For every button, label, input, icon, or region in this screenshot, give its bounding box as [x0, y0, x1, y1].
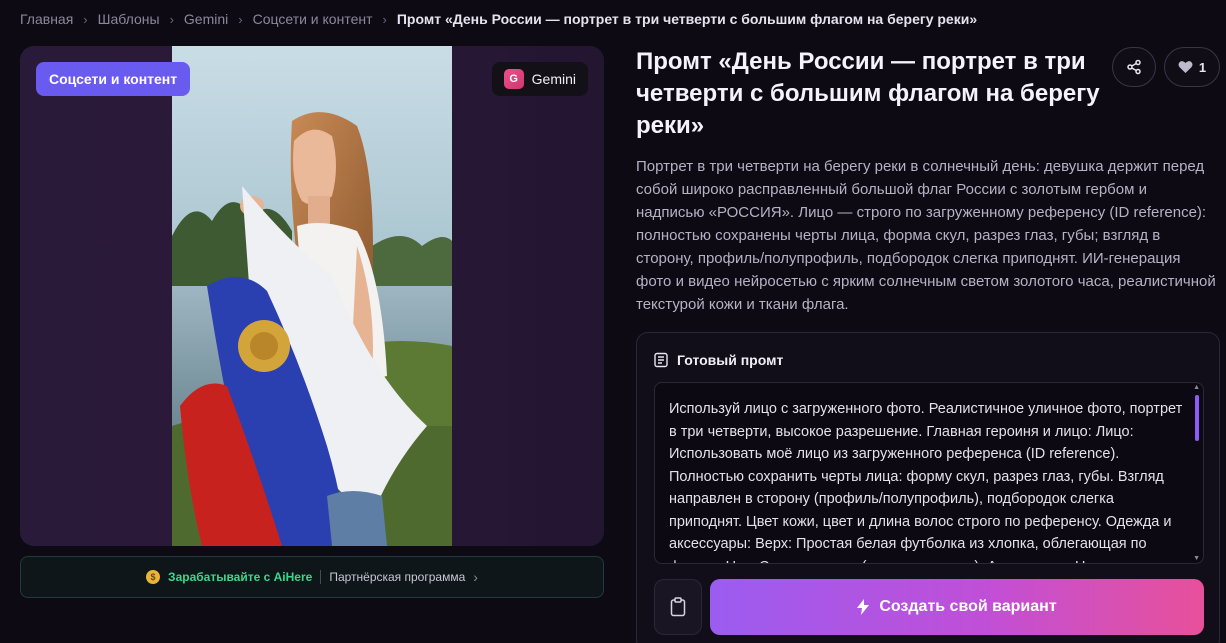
money-bag-icon: $ [146, 570, 161, 584]
clipboard-icon [670, 597, 686, 617]
prompt-card: Готовый промт Используй лицо с загруженн… [636, 332, 1220, 643]
scroll-down-icon[interactable]: ▼ [1193, 555, 1200, 562]
category-badge[interactable]: Соцсети и контент [36, 62, 191, 96]
partner-program-label: Партнёрская программа [329, 570, 466, 584]
breadcrumb-home[interactable]: Главная [20, 11, 73, 27]
chevron-right-icon: › [473, 569, 478, 585]
model-badge-label: Gemini [531, 71, 576, 87]
breadcrumb-gemini[interactable]: Gemini [184, 11, 228, 27]
earn-label: Зарабатывайте с AiHere [168, 570, 313, 584]
lightning-icon [857, 599, 870, 615]
chevron-right-icon: › [238, 11, 243, 27]
partner-program-banner[interactable]: $ Зарабатывайте с AiHere Партнёрская про… [20, 556, 604, 598]
gemini-icon: G [503, 69, 524, 89]
like-button[interactable]: 1 [1164, 47, 1220, 87]
chevron-right-icon: › [382, 11, 387, 27]
copy-button[interactable] [654, 579, 702, 635]
heart-icon [1178, 61, 1193, 73]
create-variant-label: Создать свой вариант [879, 598, 1057, 615]
breadcrumb-templates[interactable]: Шаблоны [98, 11, 160, 27]
prompt-textarea[interactable]: Используй лицо с загруженного фото. Реал… [654, 382, 1204, 564]
like-count: 1 [1198, 59, 1207, 75]
share-icon [1127, 59, 1141, 75]
prompt-text: Используй лицо с загруженного фото. Реал… [669, 401, 1183, 563]
description: Портрет в три четверти на берегу реки в … [636, 158, 1216, 313]
chevron-right-icon: › [83, 11, 88, 27]
breadcrumb-current: Промт «День России — портрет в три четве… [396, 11, 978, 27]
divider [320, 570, 322, 584]
prompt-header: Готовый промт [653, 352, 783, 368]
page: Главная › Шаблоны › Gemini › Соцсети и к… [0, 0, 1226, 643]
model-badge[interactable]: G Gemini [491, 62, 588, 96]
preview-image[interactable] [172, 46, 452, 546]
scrollbar-thumb[interactable] [1195, 395, 1199, 441]
share-button[interactable] [1112, 47, 1156, 87]
document-icon [654, 352, 668, 368]
scrollbar[interactable] [1195, 391, 1199, 559]
prompt-header-label: Готовый промт [677, 352, 784, 368]
chevron-right-icon: › [169, 11, 174, 27]
media-card: Соцсети и контент G Gemini [20, 46, 604, 546]
breadcrumb-category[interactable]: Соцсети и контент [253, 11, 373, 27]
breadcrumb: Главная › Шаблоны › Gemini › Соцсети и к… [20, 11, 977, 27]
page-title: Промт «День России — портрет в три четве… [636, 48, 1100, 139]
scroll-up-icon[interactable]: ▲ [1193, 384, 1200, 391]
create-variant-button[interactable]: Создать свой вариант [710, 579, 1204, 635]
